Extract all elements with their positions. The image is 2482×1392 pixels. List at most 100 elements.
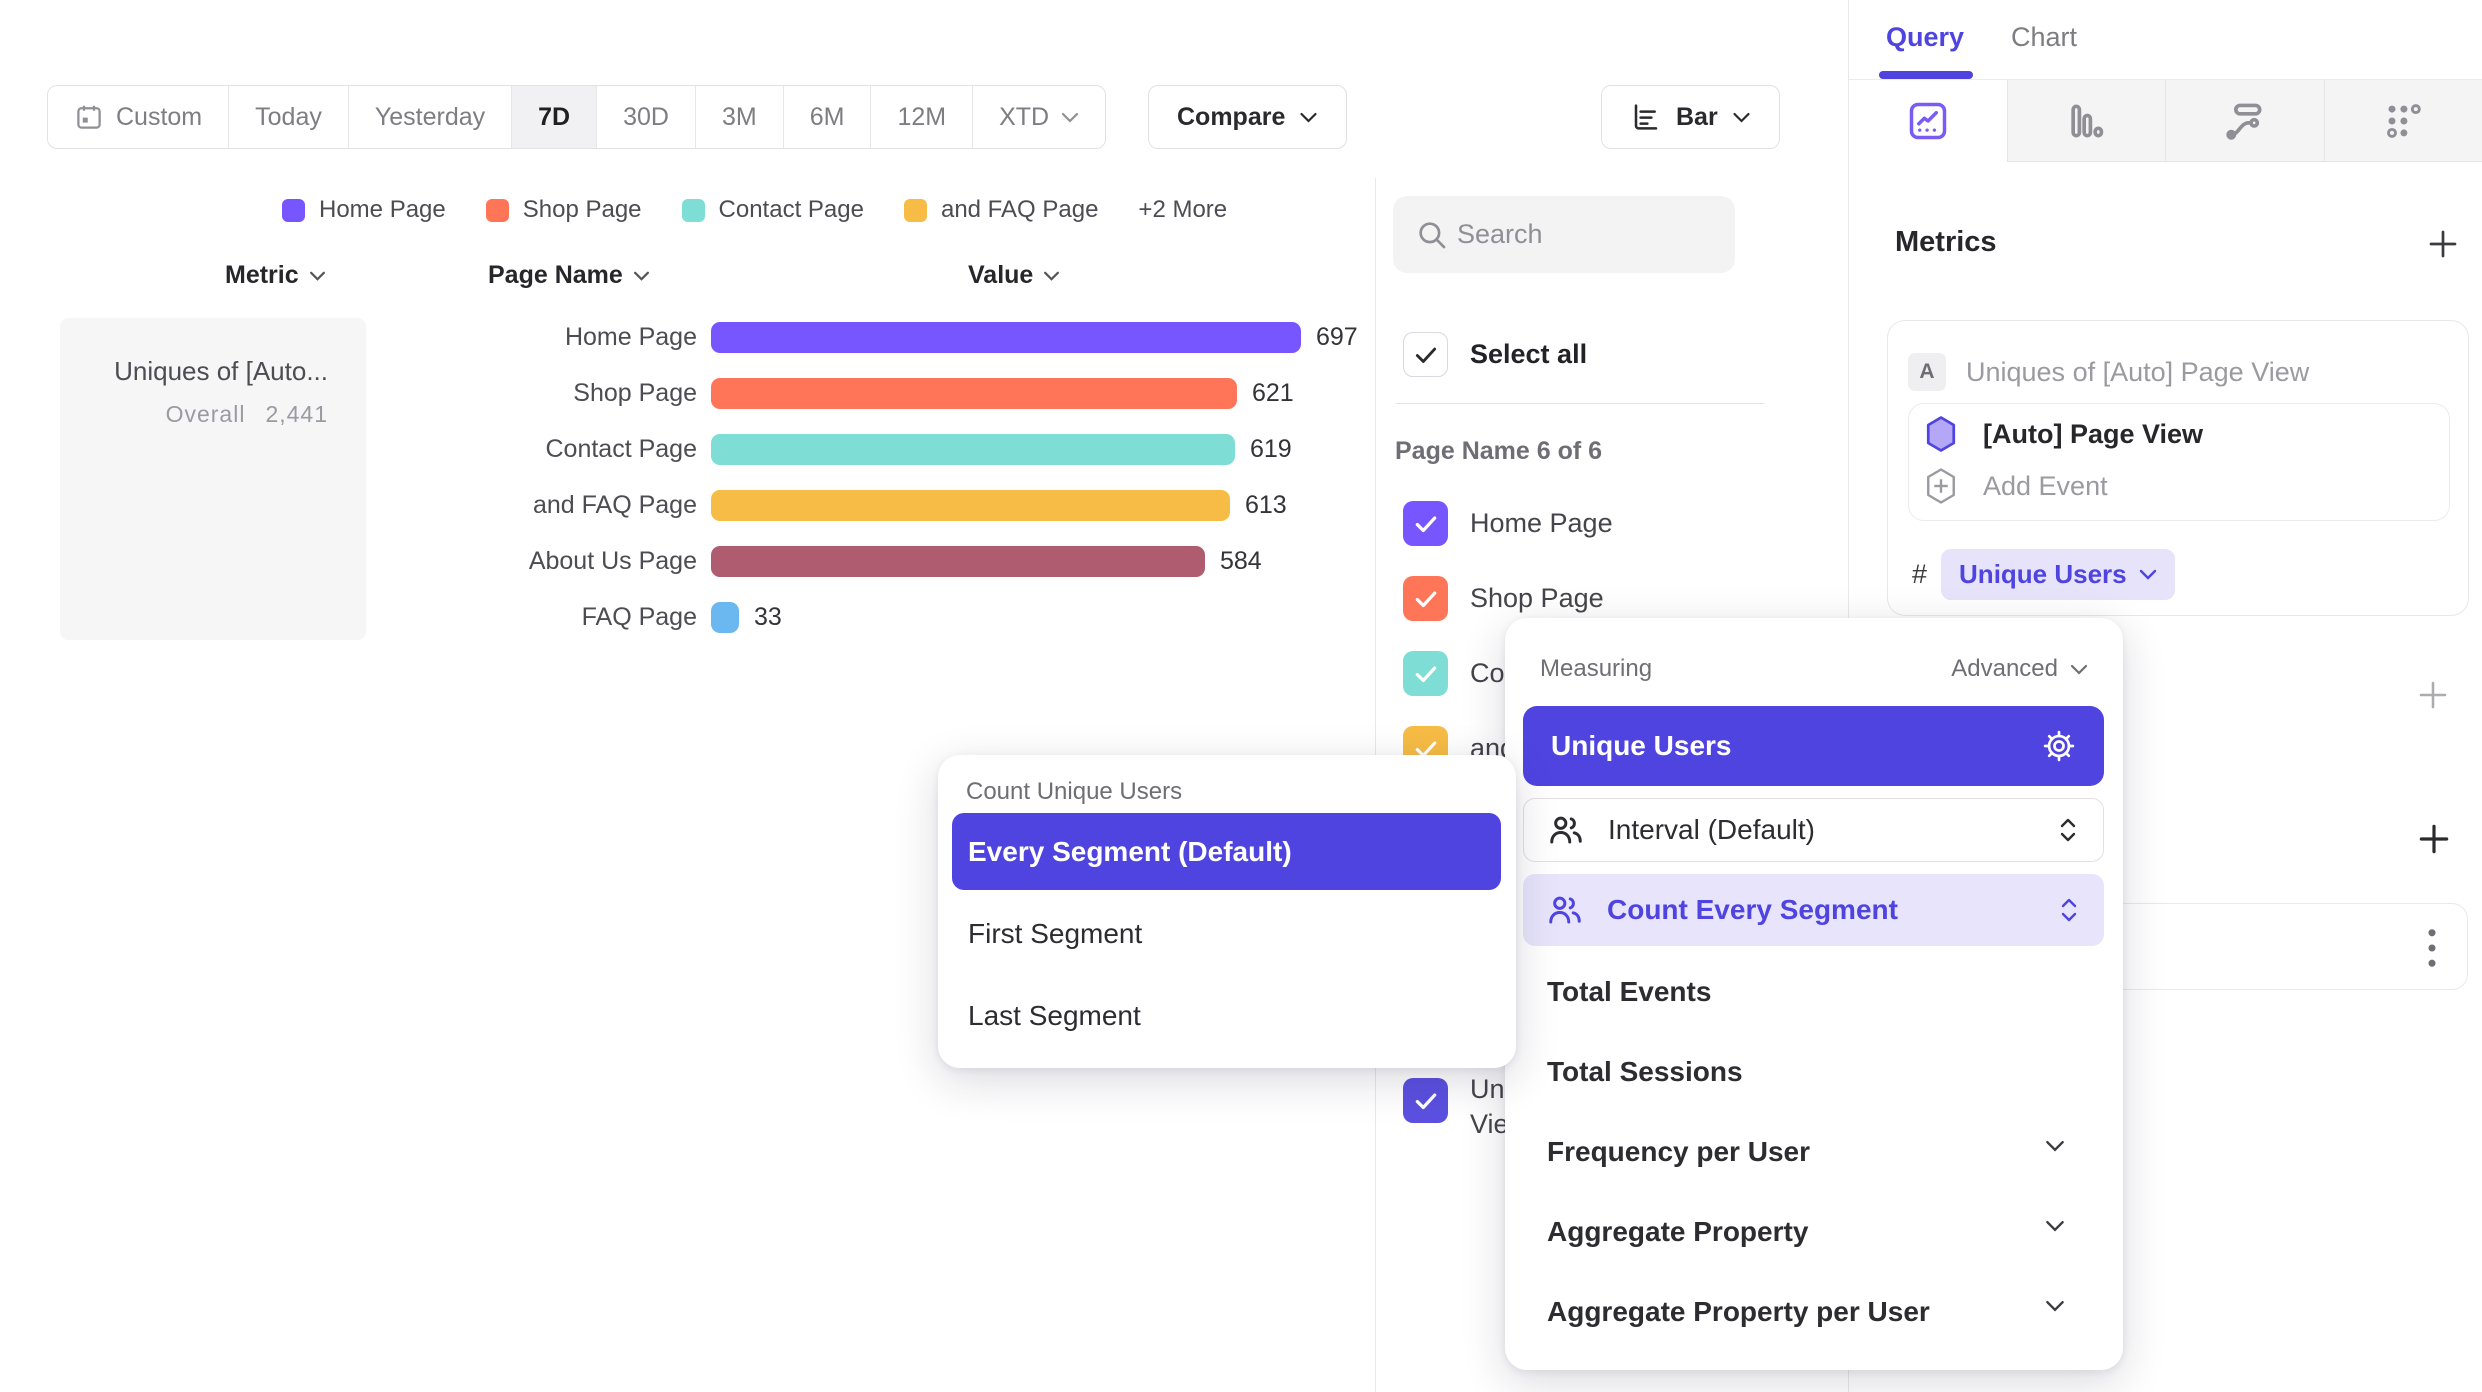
tab-chart[interactable]: Chart (2011, 22, 2077, 53)
active-tab-underline (1879, 71, 1973, 79)
legend-item[interactable]: Contact Page (682, 196, 864, 224)
chart-type-button[interactable]: Bar (1601, 85, 1780, 149)
bar-value: 33 (754, 603, 782, 632)
checkbox-checked[interactable] (1403, 501, 1448, 546)
tab-insights[interactable] (1849, 80, 2007, 162)
column-header-page-name[interactable]: Page Name (488, 261, 650, 290)
measuring-option-total-events[interactable]: Total Events (1547, 976, 1711, 1008)
bar-label: About Us Page (405, 547, 697, 576)
legend-more[interactable]: +2 More (1138, 196, 1227, 224)
chart-legend: Home Page Shop Page Contact Page and FAQ… (282, 196, 1227, 224)
tab-flows[interactable] (2165, 80, 2324, 162)
metric-title: Uniques of [Auto... (114, 356, 328, 387)
range-12m[interactable]: 12M (870, 86, 972, 148)
bar[interactable] (711, 546, 1205, 577)
add-filter-icon[interactable] (2415, 677, 2451, 713)
measuring-option-aggregate-property[interactable]: Aggregate Property (1547, 1216, 1808, 1248)
legend-swatch (904, 199, 927, 222)
filter-item-clipped[interactable]: Unl Vie (1403, 1072, 1511, 1142)
measuring-option-frequency-per-user[interactable]: Frequency per User (1547, 1136, 1810, 1168)
bar-chart-icon (2064, 99, 2108, 143)
search-box[interactable] (1393, 196, 1735, 273)
add-metric-icon[interactable] (2425, 226, 2461, 262)
sidebar-divider (1395, 403, 1765, 404)
filter-item[interactable]: Shop Page (1403, 576, 1604, 621)
column-header-value[interactable]: Value (968, 261, 1060, 290)
bar[interactable] (711, 322, 1301, 353)
bar-label: FAQ Page (405, 603, 697, 632)
number-type-symbol: # (1912, 559, 1927, 590)
range-custom[interactable]: Custom (48, 86, 228, 148)
legend-item[interactable]: and FAQ Page (904, 196, 1098, 224)
range-6m[interactable]: 6M (783, 86, 871, 148)
chevron-down-icon[interactable] (2045, 1300, 2065, 1312)
count-every-segment-selector[interactable]: Count Every Segment (1523, 874, 2104, 946)
range-7d[interactable]: 7D (511, 86, 596, 148)
checkbox-checked[interactable] (1403, 651, 1448, 696)
interval-selector[interactable]: Interval (Default) (1523, 798, 2104, 862)
bar-value: 619 (1250, 435, 1292, 464)
bar[interactable] (711, 602, 739, 633)
chevron-down-icon[interactable] (2045, 1140, 2065, 1152)
column-header-metric[interactable]: Metric (225, 261, 326, 290)
range-xtd[interactable]: XTD (972, 86, 1105, 148)
bar[interactable] (711, 490, 1230, 521)
range-today[interactable]: Today (228, 86, 348, 148)
horizontal-bar-chart-icon (1630, 101, 1662, 133)
advanced-toggle[interactable]: Advanced (1951, 655, 2088, 683)
chevron-down-icon (309, 271, 326, 281)
date-range-control: Custom Today Yesterday 7D 30D 3M 6M 12M … (47, 85, 1106, 149)
range-30d[interactable]: 30D (596, 86, 695, 148)
tab-query[interactable]: Query (1886, 22, 1964, 53)
more-options-icon[interactable] (2425, 926, 2439, 970)
legend-item[interactable]: Shop Page (486, 196, 642, 224)
gear-icon[interactable] (2042, 729, 2076, 763)
add-event-row[interactable]: Add Event (1923, 466, 2108, 506)
bar-label: Contact Page (405, 435, 697, 464)
chevron-down-icon (2070, 664, 2088, 675)
chart-row: Home Page 697 (405, 322, 1358, 353)
legend-swatch (282, 199, 305, 222)
insights-line-chart-icon (1906, 99, 1950, 143)
metric-definition-card: A Uniques of [Auto] Page View [Auto] Pag… (1887, 320, 2469, 616)
option-every-segment[interactable]: Every Segment (Default) (952, 813, 1501, 890)
add-breakdown-icon[interactable] (2415, 820, 2453, 858)
compare-button[interactable]: Compare (1148, 85, 1347, 149)
metrics-heading: Metrics (1895, 226, 1997, 259)
chevron-down-icon (633, 271, 650, 281)
measuring-option-unique-users[interactable]: Unique Users (1523, 706, 2104, 786)
tab-funnels[interactable] (2007, 80, 2166, 162)
bar-value: 697 (1316, 323, 1358, 352)
tab-retention[interactable] (2324, 80, 2482, 162)
range-yesterday[interactable]: Yesterday (348, 86, 511, 148)
option-first-segment[interactable]: First Segment (968, 918, 1142, 950)
bar-value: 621 (1252, 379, 1294, 408)
chevron-down-icon (2139, 569, 2157, 580)
option-last-segment[interactable]: Last Segment (968, 1000, 1141, 1032)
bar-label: Home Page (405, 323, 697, 352)
bar-label: and FAQ Page (405, 491, 697, 520)
chevron-down-icon (1732, 112, 1751, 123)
hexagon-event-icon (1923, 414, 1959, 454)
bar[interactable] (711, 378, 1237, 409)
metric-overall: Overall2,441 (114, 401, 328, 428)
range-3m[interactable]: 3M (695, 86, 783, 148)
checkbox-checked[interactable] (1403, 1078, 1448, 1123)
chevron-down-icon[interactable] (2045, 1220, 2065, 1232)
count-type-pill[interactable]: Unique Users (1941, 549, 2175, 600)
checkbox-checked[interactable] (1403, 576, 1448, 621)
search-input[interactable] (1457, 196, 1727, 273)
measuring-option-aggregate-property-per-user[interactable]: Aggregate Property per User (1547, 1296, 1930, 1328)
metric-summary-card[interactable]: Uniques of [Auto... Overall2,441 (60, 318, 366, 640)
chart-row: Shop Page 621 (405, 378, 1294, 409)
bar[interactable] (711, 434, 1235, 465)
chart-row: and FAQ Page 613 (405, 490, 1287, 521)
chart-row: FAQ Page 33 (405, 602, 782, 633)
filter-item[interactable]: Home Page (1403, 501, 1613, 546)
measuring-option-total-sessions[interactable]: Total Sessions (1547, 1056, 1743, 1088)
event-card: [Auto] Page View Add Event (1908, 403, 2450, 521)
legend-item[interactable]: Home Page (282, 196, 446, 224)
select-all-checkbox[interactable] (1403, 332, 1448, 377)
event-row[interactable]: [Auto] Page View (1923, 414, 2203, 454)
select-all-row[interactable]: Select all (1403, 332, 1587, 377)
